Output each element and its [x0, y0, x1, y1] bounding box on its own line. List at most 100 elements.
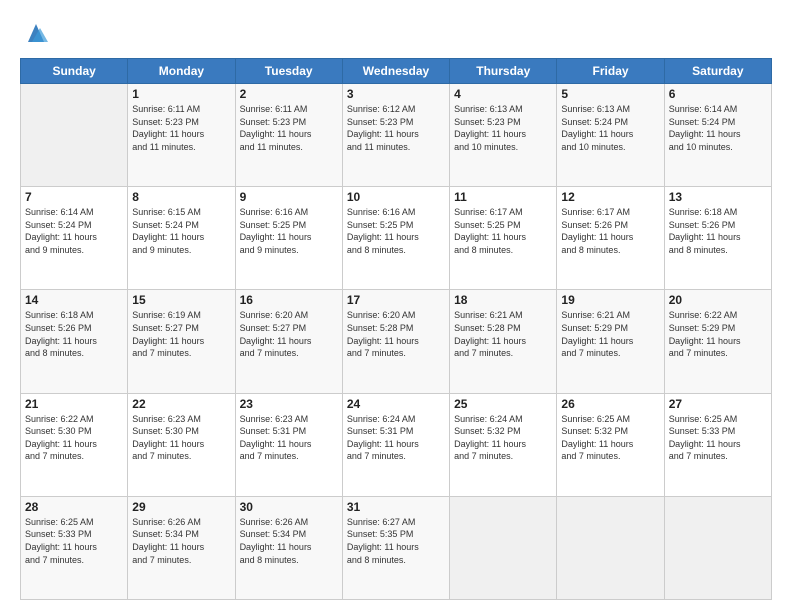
calendar-cell: 6 Sunrise: 6:14 AM Sunset: 5:24 PM Daylig… — [664, 84, 771, 187]
day-number: 17 — [347, 293, 445, 307]
day-number: 22 — [132, 397, 230, 411]
day-info: Sunrise: 6:21 AM Sunset: 5:29 PM Dayligh… — [561, 309, 659, 359]
day-info: Sunrise: 6:24 AM Sunset: 5:31 PM Dayligh… — [347, 413, 445, 463]
day-info: Sunrise: 6:21 AM Sunset: 5:28 PM Dayligh… — [454, 309, 552, 359]
day-info: Sunrise: 6:25 AM Sunset: 5:33 PM Dayligh… — [25, 516, 123, 566]
calendar-cell: 19 Sunrise: 6:21 AM Sunset: 5:29 PM Dayli… — [557, 290, 664, 393]
day-number: 31 — [347, 500, 445, 514]
calendar-cell: 17 Sunrise: 6:20 AM Sunset: 5:28 PM Dayli… — [342, 290, 449, 393]
day-number: 20 — [669, 293, 767, 307]
day-number: 24 — [347, 397, 445, 411]
calendar-week-row: 1 Sunrise: 6:11 AM Sunset: 5:23 PM Daylig… — [21, 84, 772, 187]
calendar-header: SundayMondayTuesdayWednesdayThursdayFrid… — [21, 59, 772, 84]
day-number: 1 — [132, 87, 230, 101]
header — [20, 16, 772, 48]
calendar-cell: 14 Sunrise: 6:18 AM Sunset: 5:26 PM Dayli… — [21, 290, 128, 393]
day-number: 28 — [25, 500, 123, 514]
day-info: Sunrise: 6:19 AM Sunset: 5:27 PM Dayligh… — [132, 309, 230, 359]
calendar-cell: 21 Sunrise: 6:22 AM Sunset: 5:30 PM Dayli… — [21, 393, 128, 496]
day-info: Sunrise: 6:13 AM Sunset: 5:23 PM Dayligh… — [454, 103, 552, 153]
calendar-cell: 10 Sunrise: 6:16 AM Sunset: 5:25 PM Dayli… — [342, 187, 449, 290]
calendar-cell: 4 Sunrise: 6:13 AM Sunset: 5:23 PM Daylig… — [450, 84, 557, 187]
day-number: 29 — [132, 500, 230, 514]
day-number: 2 — [240, 87, 338, 101]
logo-icon — [22, 20, 50, 48]
calendar-cell: 30Sunrise: 6:26 AM Sunset: 5:34 PM Dayli… — [235, 496, 342, 599]
day-info: Sunrise: 6:23 AM Sunset: 5:30 PM Dayligh… — [132, 413, 230, 463]
day-number: 23 — [240, 397, 338, 411]
calendar-cell: 22 Sunrise: 6:23 AM Sunset: 5:30 PM Dayli… — [128, 393, 235, 496]
day-number: 4 — [454, 87, 552, 101]
weekday-header-saturday: Saturday — [664, 59, 771, 84]
logo — [20, 20, 50, 48]
day-info: Sunrise: 6:26 AM Sunset: 5:34 PM Dayligh… — [132, 516, 230, 566]
day-number: 19 — [561, 293, 659, 307]
day-info: Sunrise: 6:27 AM Sunset: 5:35 PM Dayligh… — [347, 516, 445, 566]
calendar-cell: 18 Sunrise: 6:21 AM Sunset: 5:28 PM Dayli… — [450, 290, 557, 393]
day-info: Sunrise: 6:25 AM Sunset: 5:32 PM Dayligh… — [561, 413, 659, 463]
day-info: Sunrise: 6:18 AM Sunset: 5:26 PM Dayligh… — [25, 309, 123, 359]
day-number: 27 — [669, 397, 767, 411]
day-number: 13 — [669, 190, 767, 204]
day-number: 30 — [240, 500, 338, 514]
day-info: Sunrise: 6:14 AM Sunset: 5:24 PM Dayligh… — [669, 103, 767, 153]
calendar-cell: 25Sunrise: 6:24 AM Sunset: 5:32 PM Dayli… — [450, 393, 557, 496]
day-info: Sunrise: 6:22 AM Sunset: 5:29 PM Dayligh… — [669, 309, 767, 359]
calendar-cell: 28 Sunrise: 6:25 AM Sunset: 5:33 PM Dayli… — [21, 496, 128, 599]
day-info: Sunrise: 6:25 AM Sunset: 5:33 PM Dayligh… — [669, 413, 767, 463]
weekday-header-tuesday: Tuesday — [235, 59, 342, 84]
day-number: 5 — [561, 87, 659, 101]
calendar-cell: 16 Sunrise: 6:20 AM Sunset: 5:27 PM Dayli… — [235, 290, 342, 393]
calendar-body: 1 Sunrise: 6:11 AM Sunset: 5:23 PM Daylig… — [21, 84, 772, 600]
day-number: 15 — [132, 293, 230, 307]
day-number: 16 — [240, 293, 338, 307]
day-number: 26 — [561, 397, 659, 411]
day-info: Sunrise: 6:11 AM Sunset: 5:23 PM Dayligh… — [132, 103, 230, 153]
day-info: Sunrise: 6:23 AM Sunset: 5:31 PM Dayligh… — [240, 413, 338, 463]
calendar-cell: 5 Sunrise: 6:13 AM Sunset: 5:24 PM Daylig… — [557, 84, 664, 187]
calendar-cell: 7 Sunrise: 6:14 AM Sunset: 5:24 PM Daylig… — [21, 187, 128, 290]
day-info: Sunrise: 6:15 AM Sunset: 5:24 PM Dayligh… — [132, 206, 230, 256]
day-info: Sunrise: 6:16 AM Sunset: 5:25 PM Dayligh… — [240, 206, 338, 256]
day-number: 21 — [25, 397, 123, 411]
day-number: 6 — [669, 87, 767, 101]
day-number: 8 — [132, 190, 230, 204]
day-number: 18 — [454, 293, 552, 307]
weekday-header-row: SundayMondayTuesdayWednesdayThursdayFrid… — [21, 59, 772, 84]
weekday-header-friday: Friday — [557, 59, 664, 84]
calendar-cell: 9 Sunrise: 6:16 AM Sunset: 5:25 PM Daylig… — [235, 187, 342, 290]
day-number: 9 — [240, 190, 338, 204]
day-info: Sunrise: 6:16 AM Sunset: 5:25 PM Dayligh… — [347, 206, 445, 256]
calendar-cell: 1 Sunrise: 6:11 AM Sunset: 5:23 PM Daylig… — [128, 84, 235, 187]
day-info: Sunrise: 6:12 AM Sunset: 5:23 PM Dayligh… — [347, 103, 445, 153]
day-number: 10 — [347, 190, 445, 204]
day-info: Sunrise: 6:18 AM Sunset: 5:26 PM Dayligh… — [669, 206, 767, 256]
calendar-cell: 24 Sunrise: 6:24 AM Sunset: 5:31 PM Dayli… — [342, 393, 449, 496]
calendar-cell: 20 Sunrise: 6:22 AM Sunset: 5:29 PM Dayli… — [664, 290, 771, 393]
day-info: Sunrise: 6:17 AM Sunset: 5:26 PM Dayligh… — [561, 206, 659, 256]
calendar-page: SundayMondayTuesdayWednesdayThursdayFrid… — [0, 0, 792, 612]
weekday-header-sunday: Sunday — [21, 59, 128, 84]
day-number: 3 — [347, 87, 445, 101]
day-info: Sunrise: 6:20 AM Sunset: 5:28 PM Dayligh… — [347, 309, 445, 359]
calendar-week-row: 14 Sunrise: 6:18 AM Sunset: 5:26 PM Dayli… — [21, 290, 772, 393]
day-info: Sunrise: 6:14 AM Sunset: 5:24 PM Dayligh… — [25, 206, 123, 256]
weekday-header-wednesday: Wednesday — [342, 59, 449, 84]
day-info: Sunrise: 6:17 AM Sunset: 5:25 PM Dayligh… — [454, 206, 552, 256]
calendar-cell: 27 Sunrise: 6:25 AM Sunset: 5:33 PM Dayli… — [664, 393, 771, 496]
day-info: Sunrise: 6:22 AM Sunset: 5:30 PM Dayligh… — [25, 413, 123, 463]
calendar-cell — [557, 496, 664, 599]
day-number: 7 — [25, 190, 123, 204]
calendar-week-row: 28 Sunrise: 6:25 AM Sunset: 5:33 PM Dayli… — [21, 496, 772, 599]
calendar-week-row: 21 Sunrise: 6:22 AM Sunset: 5:30 PM Dayli… — [21, 393, 772, 496]
day-number: 14 — [25, 293, 123, 307]
calendar-cell: 3 Sunrise: 6:12 AM Sunset: 5:23 PM Daylig… — [342, 84, 449, 187]
calendar-cell: 26 Sunrise: 6:25 AM Sunset: 5:32 PM Dayli… — [557, 393, 664, 496]
day-info: Sunrise: 6:13 AM Sunset: 5:24 PM Dayligh… — [561, 103, 659, 153]
calendar-cell: 8 Sunrise: 6:15 AM Sunset: 5:24 PM Daylig… — [128, 187, 235, 290]
calendar-cell: 11Sunrise: 6:17 AM Sunset: 5:25 PM Dayli… — [450, 187, 557, 290]
calendar-cell: 31 Sunrise: 6:27 AM Sunset: 5:35 PM Dayli… — [342, 496, 449, 599]
calendar-table: SundayMondayTuesdayWednesdayThursdayFrid… — [20, 58, 772, 600]
day-info: Sunrise: 6:20 AM Sunset: 5:27 PM Dayligh… — [240, 309, 338, 359]
day-number: 25 — [454, 397, 552, 411]
